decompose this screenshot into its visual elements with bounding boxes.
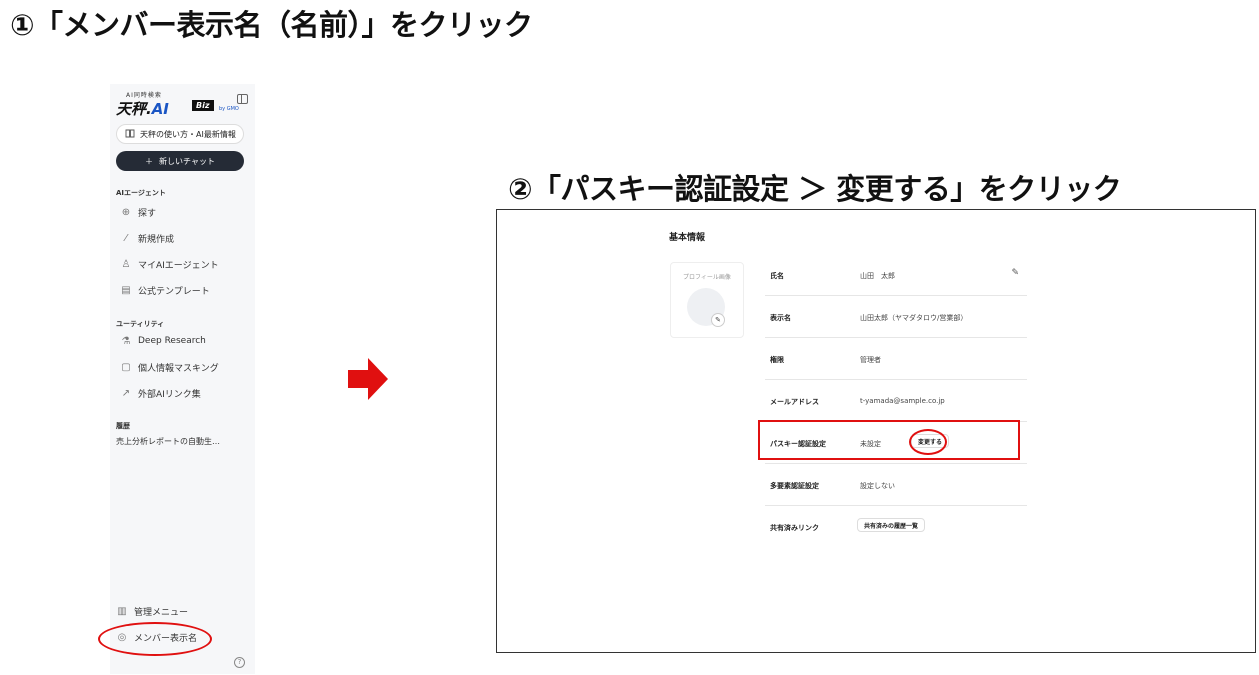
sidebar: AI同時検索 天秤.AI Biz by GMO 天秤の使い方・AI最新情報 ＋ … [110, 84, 255, 674]
sidebar-item-deep-research[interactable]: ⚗ Deep Research [120, 334, 206, 348]
sidebar-item-my-agents[interactable]: ♙ マイAIエージェント [120, 257, 219, 271]
guide-button-label: 天秤の使い方・AI最新情報 [140, 129, 236, 139]
plus-icon: ＋ [145, 156, 154, 166]
row-value: t-yamada@sample.co.jp [860, 397, 945, 405]
help-icon[interactable]: ? [234, 657, 245, 668]
row-label: 権限 [770, 356, 784, 364]
step2-instruction: ②「パスキー認証設定 ＞ 変更する」をクリック [508, 172, 1122, 206]
row-mfa: 多要素認証設定 設定しない [765, 464, 1027, 506]
magic-wand-icon: ⁄ [125, 232, 127, 244]
row-name: 氏名 山田 太郎 ✎ [765, 254, 1027, 296]
row-value: 設定しない [860, 482, 895, 490]
logo-gmo: by GMO [219, 106, 239, 112]
sidebar-item-label: Deep Research [138, 336, 206, 346]
sidebar-item-label: 新規作成 [138, 234, 175, 245]
sidebar-item-label: 外部AIリンク集 [138, 389, 201, 400]
sidebar-item-create[interactable]: ⁄ 新規作成 [120, 231, 174, 245]
logo-text: 天秤.AI [116, 100, 169, 118]
panel-title: 基本情報 [669, 233, 706, 243]
sidebar-item-label: 探す [138, 208, 157, 219]
section-label-history: 履歴 [116, 422, 130, 430]
row-value: 山田 太郎 [860, 272, 895, 280]
row-label: メールアドレス [770, 398, 819, 406]
admin-menu-label: 管理メニュー [134, 608, 189, 618]
row-label: 氏名 [770, 272, 784, 280]
highlight-rect-passkey [758, 420, 1020, 460]
mask-icon: ▢ [121, 361, 131, 373]
highlight-oval-change-button [909, 429, 947, 455]
sidebar-item-label: マイAIエージェント [138, 260, 219, 271]
row-label: 多要素認証設定 [770, 482, 819, 490]
book-icon [125, 129, 135, 140]
history-item[interactable]: 売上分析レポートの自動生… [116, 436, 220, 447]
sidebar-item-label: 公式テンプレート [138, 286, 210, 297]
row-label: 表示名 [770, 314, 791, 322]
app-logo[interactable]: AI同時検索 天秤.AI Biz by GMO [116, 88, 250, 118]
row-display-name: 表示名 山田太郎（ヤマダタロウ/営業部） [765, 296, 1027, 338]
user-plus-icon: ♙ [121, 258, 131, 270]
guide-button[interactable]: 天秤の使い方・AI最新情報 [116, 124, 244, 144]
profile-image-card: プロフィール画像 ✎ [670, 262, 744, 338]
pencil-icon[interactable]: ✎ [711, 313, 725, 327]
sidebar-toggle-icon[interactable] [237, 94, 248, 104]
sidebar-item-masking[interactable]: ▢ 個人情報マスキング [120, 360, 219, 374]
logo-biz-badge: Biz [192, 100, 214, 111]
search-icon: ⊕ [121, 206, 131, 218]
new-chat-button[interactable]: ＋ 新しいチャット [116, 151, 244, 171]
pencil-icon[interactable]: ✎ [1011, 268, 1019, 278]
row-value: 山田太郎（ヤマダタロウ/営業部） [860, 314, 968, 322]
section-label-utility: ユーティリティ [116, 320, 165, 328]
shared-history-button[interactable]: 共有済みの履歴一覧 [857, 518, 926, 532]
arrow-right-icon [348, 358, 388, 400]
step1-instruction: ①「メンバー表示名（名前）」をクリック [10, 8, 533, 42]
row-value: 管理者 [860, 356, 881, 364]
profile-image-label: プロフィール画像 [683, 274, 731, 281]
new-chat-label: 新しいチャット [159, 156, 215, 166]
row-email: メールアドレス t-yamada@sample.co.jp [765, 380, 1027, 422]
template-icon: ▤ [121, 284, 131, 296]
admin-icon: ▥ [117, 606, 127, 617]
research-icon: ⚗ [121, 335, 131, 347]
row-label: 共有済みリンク [770, 524, 819, 532]
external-link-icon: ↗ [121, 387, 131, 399]
row-shared-links: 共有済みリンク 共有済みの履歴一覧 [765, 506, 1027, 548]
sidebar-item-external-links[interactable]: ↗ 外部AIリンク集 [120, 386, 201, 400]
row-role: 権限 管理者 [765, 338, 1027, 380]
section-label-agents: AIエージェント [116, 189, 166, 197]
sidebar-item-search[interactable]: ⊕ 探す [120, 205, 156, 219]
highlight-oval-member-name [98, 622, 212, 656]
sidebar-item-templates[interactable]: ▤ 公式テンプレート [120, 283, 210, 297]
admin-menu-button[interactable]: ▥ 管理メニュー [116, 605, 188, 618]
sidebar-item-label: 個人情報マスキング [138, 363, 219, 374]
